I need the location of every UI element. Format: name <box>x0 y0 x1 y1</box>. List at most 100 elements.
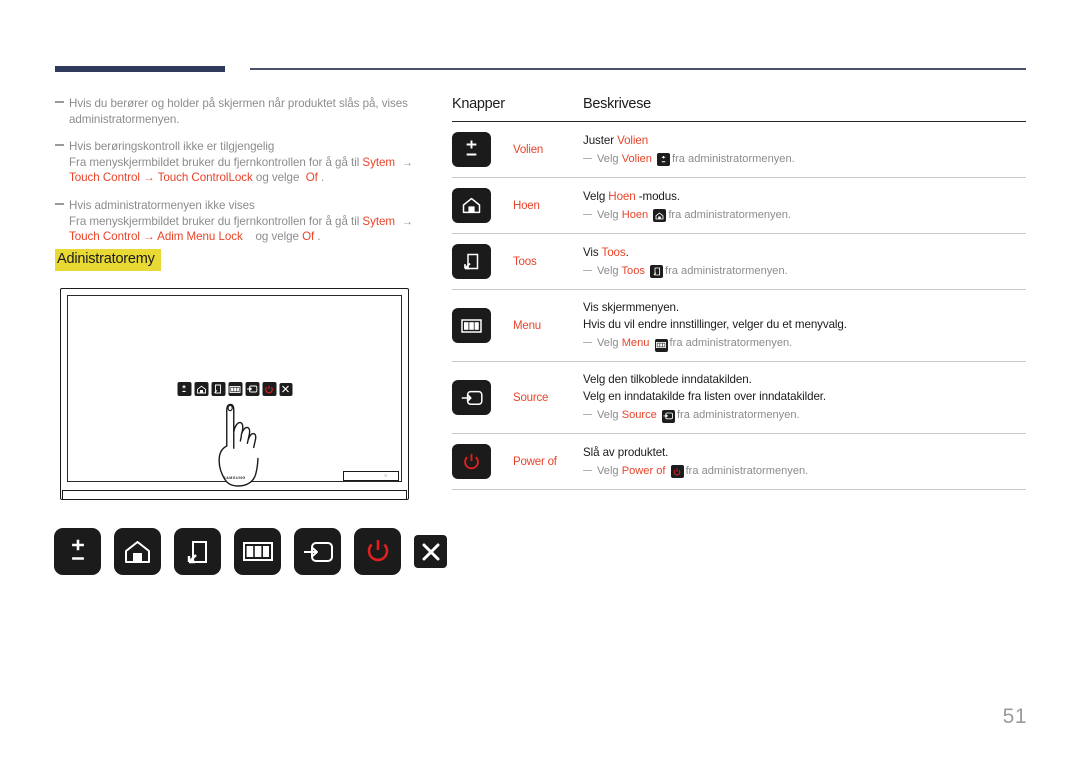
row-icon-cell <box>452 380 513 415</box>
note-path-end: . <box>321 171 325 185</box>
close-icon <box>279 382 292 396</box>
note-path-line: Touch Control → Touch ControlLock og vel… <box>69 170 425 186</box>
desc-prefix: Juster <box>583 133 618 147</box>
table-row: Source Velg den tilkoblede inndatakilden… <box>452 362 1026 434</box>
manual-page: Hvis du berører og holder på skjermen nå… <box>0 0 1080 763</box>
sub-highlight: Menu <box>621 337 650 349</box>
description-main: Slå av produktet. <box>583 445 669 459</box>
menu-path-off: Of <box>305 171 318 185</box>
dash-icon <box>55 202 64 205</box>
header-rule-thick <box>55 66 225 72</box>
home-key[interactable] <box>114 528 161 575</box>
tools-key[interactable] <box>174 528 221 575</box>
note-path-line: Fra menyskjermbildet bruker du fjernkont… <box>69 155 425 171</box>
sub-highlight: Toos <box>621 264 645 277</box>
note-item: Hvis du berører og holder på skjermen nå… <box>55 96 425 127</box>
description-sub: Velg Menu fra administratormenyen. <box>583 335 1026 352</box>
button-description-table: Knapper Beskrivese Volien Juster Volien … <box>452 96 1026 490</box>
note-line: Hvis administratormenyen ikke vises <box>69 198 255 212</box>
description-main: Vis Toos. <box>583 244 1026 261</box>
tools-icon <box>650 264 664 278</box>
description-main: Velg Hoen -modus. <box>583 188 1026 205</box>
sub-suffix: fra administratormenyen. <box>669 337 793 349</box>
row-description: Vis Toos. Velg Toos fra administratormen… <box>583 244 1026 280</box>
row-label: Source <box>513 391 549 404</box>
close-key[interactable] <box>414 535 447 568</box>
note-line: Hvis berøringskontroll ikke er tilgjenge… <box>69 140 275 154</box>
sub-highlight: Hoen <box>621 208 649 221</box>
power-key[interactable] <box>452 444 491 479</box>
arrow-icon: → <box>401 214 413 228</box>
desc-suffix: . <box>625 245 629 259</box>
table-row: Hoen Velg Hoen -modus. Velg Hoen fra adm… <box>452 178 1026 234</box>
menu-path-adm-menu-lock: Adim Menu Lock <box>157 230 243 244</box>
note-line: Hvis du berører og holder på skjermen nå… <box>69 97 408 110</box>
note-path-prefix: Fra menyskjermbildet bruker du fjernkont… <box>69 155 363 169</box>
table-row: Volien Juster Volien Velg Volien fra adm… <box>452 122 1026 178</box>
menu-path-touch-control: Touch Control <box>69 230 140 244</box>
menu-path-off: Of <box>302 230 315 244</box>
description-main: Hvis du vil endre innstillinger, velger … <box>583 318 847 331</box>
table-row: Menu Vis skjermmenyen. Hvis du vil endre… <box>452 290 1026 362</box>
volume-key[interactable] <box>54 528 101 575</box>
row-icon-cell <box>452 308 513 343</box>
row-description: Slå av produktet. Velg Power of fra admi… <box>583 444 1026 480</box>
source-key[interactable] <box>452 380 491 415</box>
menu-icon <box>654 338 668 352</box>
dash-icon <box>583 469 592 471</box>
menu-path-touch-control: Touch Control <box>69 171 140 185</box>
description-sub: Velg Hoen fra administratormenyen. <box>583 207 1026 224</box>
sub-highlight: Power of <box>621 464 666 477</box>
display-illustration: SAMSUNG ○ <box>60 288 409 500</box>
description-extra: Velg den tilkoblede inndatakilden. <box>583 373 752 386</box>
note-path-line: Fra menyskjermbildet bruker du fjernkont… <box>69 214 425 230</box>
page-number: 51 <box>1002 705 1027 728</box>
menu-path-system: Sytem <box>362 155 396 169</box>
note-path-prefix: Fra menyskjermbildet bruker du fjernkont… <box>69 214 363 228</box>
sub-suffix: fra administratormenyen. <box>665 264 788 277</box>
row-label: Toos <box>513 255 537 268</box>
brand-logo: SAMSUNG <box>223 476 246 480</box>
table-row: Power of Slå av produktet. Velg Power of… <box>452 434 1026 490</box>
desc-highlight: Volien <box>617 133 649 147</box>
sub-prefix: Velg <box>597 264 622 277</box>
volume-icon <box>177 382 191 396</box>
table-header: Knapper Beskrivese <box>452 96 1026 122</box>
source-key[interactable] <box>294 528 341 575</box>
dash-icon <box>583 213 592 215</box>
power-key[interactable] <box>354 528 401 575</box>
menu-path-touch-control-lock: Touch ControlLock <box>157 171 253 185</box>
dash-icon <box>55 101 64 103</box>
row-description: Juster Volien Velg Volien fra administra… <box>583 132 1026 168</box>
home-key[interactable] <box>452 188 491 223</box>
menu-key[interactable] <box>234 528 281 575</box>
sub-prefix: Velg <box>597 409 622 421</box>
notes-column: Hvis du berører og holder på skjermen nå… <box>55 96 425 257</box>
volume-key[interactable] <box>452 132 491 167</box>
description-main: Velg en inndatakilde fra listen over inn… <box>583 390 827 403</box>
note-path-mid: og velge <box>252 171 303 185</box>
desc-highlight: Hoen <box>608 189 636 203</box>
sensor-icon: ○ <box>383 473 387 479</box>
note-path-end: . <box>317 230 321 244</box>
note-path-line: Touch Control → Adim Menu Lock og velge … <box>69 229 425 245</box>
tools-key[interactable] <box>452 244 491 279</box>
source-icon <box>661 409 675 423</box>
dash-icon <box>583 269 592 271</box>
sub-prefix: Velg <box>597 337 622 349</box>
home-icon <box>653 209 667 222</box>
menu-key[interactable] <box>452 308 491 343</box>
description-main: Juster Volien <box>583 132 1026 149</box>
sub-suffix: fra administratormenyen. <box>676 409 800 421</box>
volume-icon <box>657 152 671 166</box>
sub-suffix: fra administratormenyen. <box>672 152 795 165</box>
sub-prefix: Velg <box>597 464 622 477</box>
note-item: Hvis administratormenyen ikke vises Fra … <box>55 198 425 245</box>
power-icon <box>670 465 684 478</box>
description-sub: Velg Volien fra administratormenyen. <box>583 151 1026 168</box>
row-label: Hoen <box>513 199 540 212</box>
arrow-icon: → <box>143 171 155 185</box>
row-icon-cell <box>452 444 513 479</box>
row-description: Velg den tilkoblede inndatakilden. Velg … <box>583 371 1026 424</box>
header-rule-thin <box>250 68 1026 70</box>
